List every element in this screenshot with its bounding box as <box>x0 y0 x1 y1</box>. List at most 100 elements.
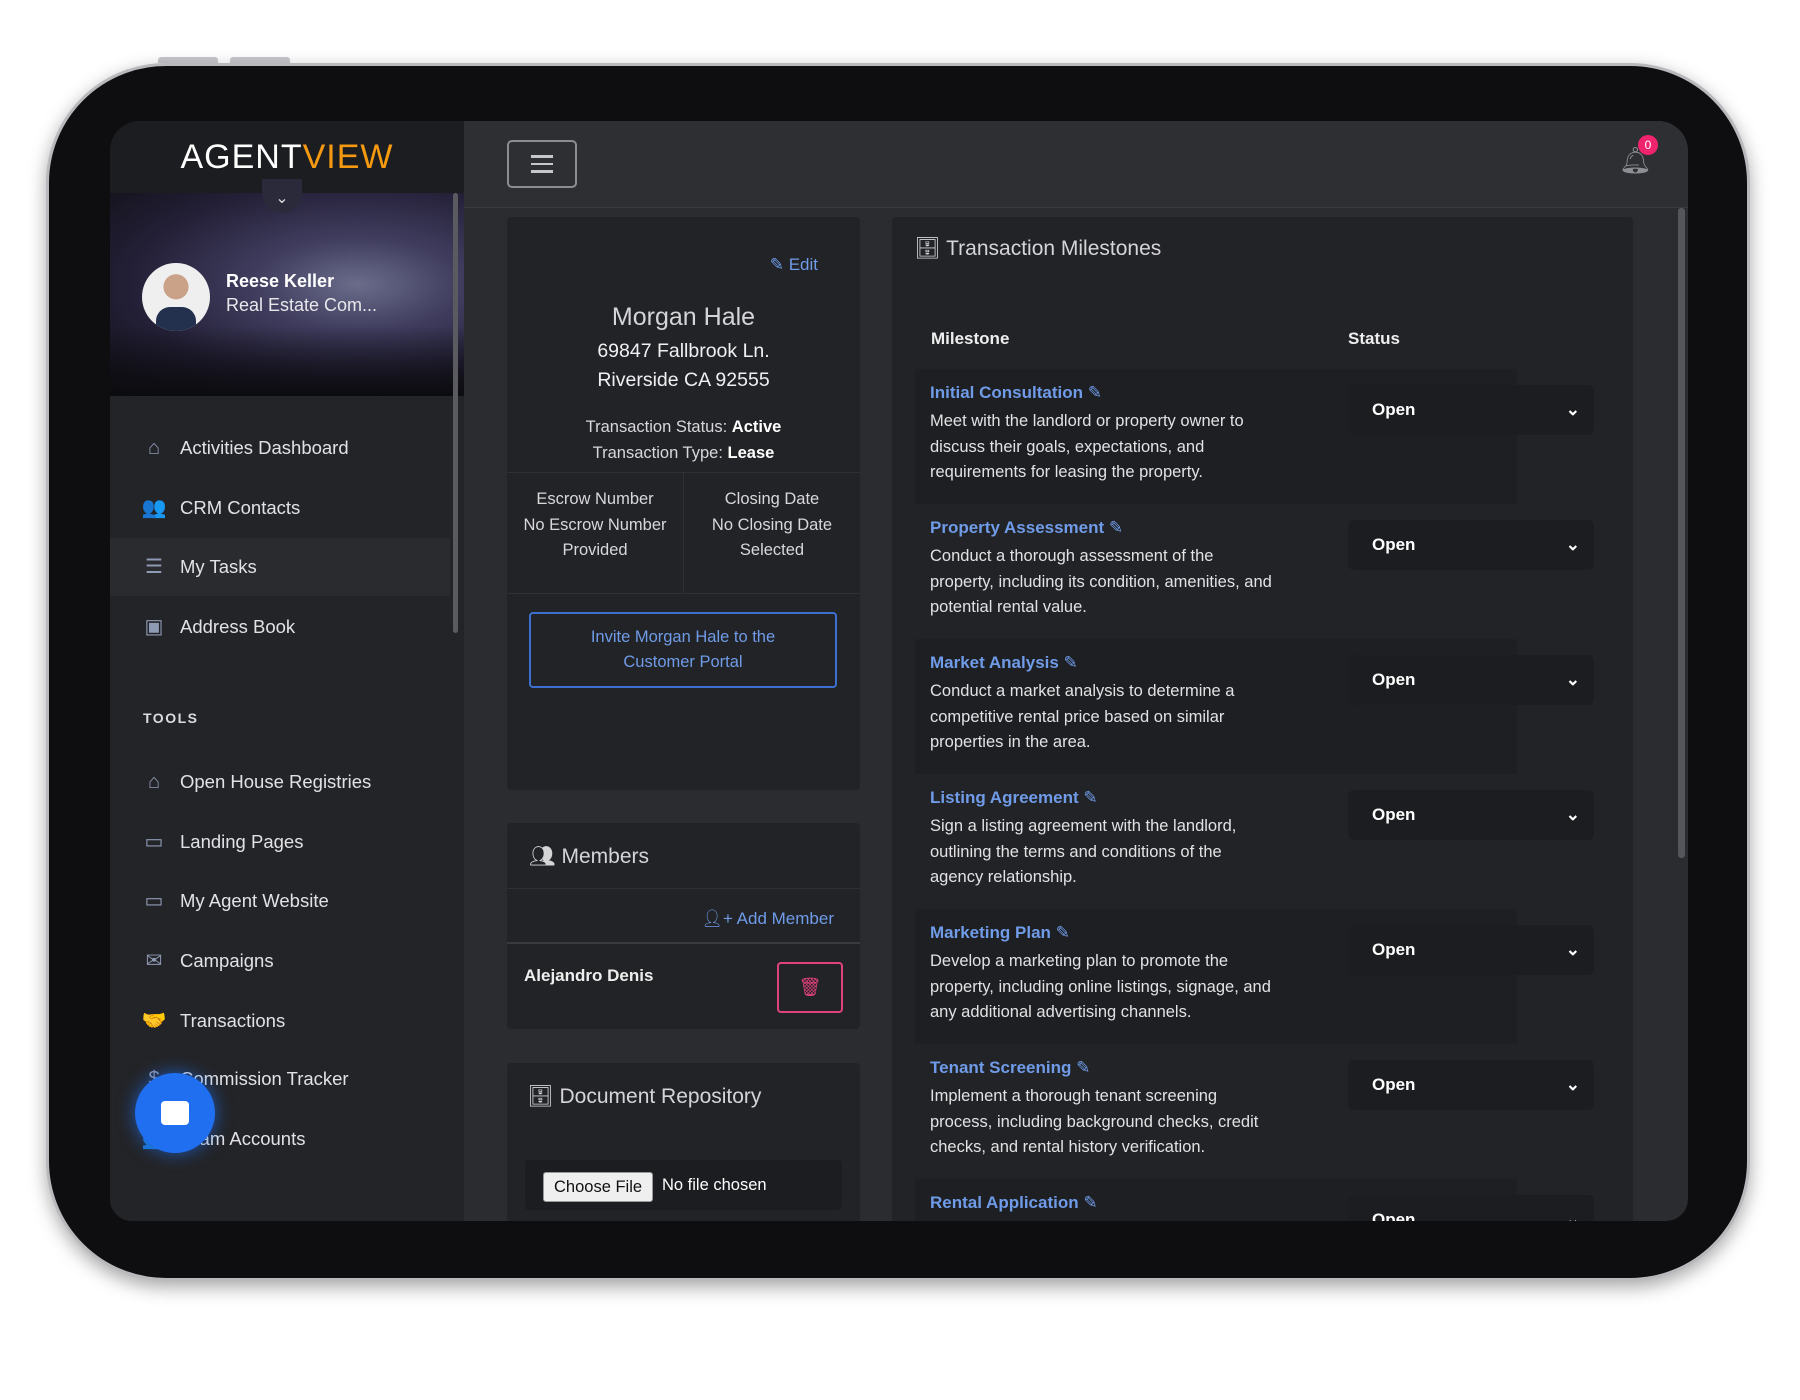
sidebar-item-open-house-registries[interactable]: ⌂ Open House Registries <box>110 753 450 811</box>
profile-banner: ⌄ Reese Keller Real Estate Com... <box>110 179 464 396</box>
milestones-title: 🗄︎ Transaction Milestones <box>914 237 1162 260</box>
user-name: Reese Keller <box>226 271 335 291</box>
add-member-link[interactable]: 👤︎+ Add Member <box>701 909 834 929</box>
status-value: Active <box>731 418 782 436</box>
milestone-title-link[interactable]: Rental Application ✎ <box>930 1193 1098 1213</box>
add-user-icon: 👤︎+ <box>701 909 737 928</box>
milestone-title-link[interactable]: Market Analysis ✎ <box>930 653 1078 673</box>
sidebar-item-label: My Tasks <box>180 556 257 577</box>
file-input[interactable]: Choose File No file chosen <box>525 1160 842 1210</box>
milestone-status-select[interactable]: Open ⌄ <box>1348 1195 1594 1221</box>
monitor-icon: ▭ <box>144 890 164 912</box>
sidebar-item-label: CRM Contacts <box>180 497 301 518</box>
pencil-icon[interactable]: ✎ <box>1079 1193 1097 1212</box>
sidebar-item-crm-contacts[interactable]: 👥 CRM Contacts <box>110 479 450 537</box>
users-icon: 👥 <box>141 497 167 519</box>
open-house-icon: ⌂ <box>147 771 161 793</box>
page-scrollbar[interactable] <box>1678 208 1685 858</box>
sidebar-scrollbar[interactable] <box>453 193 458 633</box>
members-icon: 👥︎ <box>529 845 562 868</box>
milestone-row: Property Assessment ✎ Conduct a thorough … <box>915 504 1594 639</box>
milestone-row: Rental Application ✎ Open ⌄ <box>915 1179 1594 1221</box>
milestone-title-link[interactable]: Marketing Plan ✎ <box>930 923 1070 943</box>
milestone-title-link[interactable]: Tenant Screening ✎ <box>930 1058 1090 1078</box>
landing-page-icon: ▭ <box>144 831 164 853</box>
chevron-down-icon: ⌄ <box>1565 535 1580 554</box>
user-role: Real Estate Com... <box>226 295 378 315</box>
sidebar-item-activities-dashboard[interactable]: ⌂ Activities Dashboard <box>110 419 450 477</box>
sidebar-item-landing-pages[interactable]: ▭ Landing Pages <box>110 813 450 871</box>
pencil-icon[interactable]: ✎ <box>1059 653 1078 672</box>
milestone-description: Conduct a market analysis to determine a… <box>930 682 1235 751</box>
transaction-info: Transaction Status: Active Transaction T… <box>585 418 782 462</box>
milestone-status-select[interactable]: Open ⌄ <box>1348 790 1594 840</box>
milestone-description: Implement a thorough tenant screening pr… <box>930 1087 1259 1156</box>
sidebar-item-campaigns[interactable]: ✉ Campaigns <box>110 932 450 990</box>
milestone-status-select[interactable]: Open ⌄ <box>1348 655 1594 705</box>
sidebar-item-my-tasks[interactable]: ☰ My Tasks <box>110 538 450 596</box>
documents-title: 🗄︎ Document Repository <box>527 1085 762 1108</box>
edit-icon: ✎ <box>769 255 789 274</box>
cabinet-icon: 🗄︎ <box>527 1085 560 1108</box>
milestone-row: Tenant Screening ✎ Implement a thorough t… <box>915 1044 1594 1179</box>
chat-button[interactable] <box>135 1073 215 1153</box>
pencil-icon[interactable]: ✎ <box>1051 923 1070 942</box>
contact-card: ✎ Edit Morgan Hale 69847 Fallbrook Ln. Ri… <box>507 217 860 790</box>
sidebar-item-transactions[interactable]: 🤝 Transactions <box>110 992 450 1050</box>
campaign-icon: ✉ <box>145 950 163 972</box>
chevron-down-icon: ⌄ <box>1565 940 1580 959</box>
chevron-down-icon: ⌄ <box>1565 400 1580 419</box>
milestone-row: Marketing Plan ✎ Develop a marketing plan… <box>915 909 1594 1044</box>
handshake-icon: 🤝 <box>141 1010 167 1032</box>
document-repository-card: 🗄︎ Document Repository Choose File No fi… <box>507 1063 860 1221</box>
tools-heading: TOOLS <box>143 710 199 726</box>
pencil-icon[interactable]: ✎ <box>1104 518 1123 537</box>
sidebar-item-address-book[interactable]: ▣ Address Book <box>110 598 450 656</box>
home-icon: ⌂ <box>147 437 161 459</box>
milestone-title-link[interactable]: Listing Agreement ✎ <box>930 788 1098 808</box>
milestones-card: 🗄︎ Transaction Milestones Milestone Stat… <box>892 217 1633 1221</box>
escrow-number: Escrow Number No Escrow Number Provided <box>523 490 667 559</box>
chevron-down-icon: ⌄ <box>1565 805 1580 824</box>
contact-address: 69847 Fallbrook Ln. Riverside CA 92555 <box>597 340 770 391</box>
choose-file-button[interactable]: Choose File <box>543 1172 654 1202</box>
milestone-title-link[interactable]: Initial Consultation ✎ <box>930 383 1102 403</box>
contact-name: Morgan Hale <box>611 303 756 331</box>
invite-portal-button[interactable]: Invite Morgan Hale to the Customer Porta… <box>529 612 837 688</box>
member-name: Alejandro Denis <box>524 966 654 985</box>
milestone-status-select[interactable]: Open ⌄ <box>1348 1060 1594 1110</box>
sidebar-item-label: Open House Registries <box>180 771 372 792</box>
chevron-down-icon[interactable]: ⌄ <box>262 179 302 213</box>
sidebar-item-label: Campaigns <box>180 950 274 971</box>
chat-icon <box>161 1101 189 1125</box>
file-status: No file chosen <box>662 1176 767 1194</box>
edit-link[interactable]: ✎ Edit <box>770 255 818 275</box>
user-avatar[interactable] <box>142 263 210 331</box>
sidebar: AGENT VIEW ⌄ Reese Keller Real Estate Com… <box>110 121 464 1221</box>
pencil-icon[interactable]: ✎ <box>1071 1058 1090 1077</box>
pencil-icon[interactable]: ✎ <box>1083 383 1102 402</box>
milestone-title-link[interactable]: Property Assessment ✎ <box>930 518 1123 538</box>
pencil-icon[interactable]: ✎ <box>1079 788 1097 807</box>
delete-member-button[interactable]: 🗑︎ <box>777 962 843 1013</box>
milestone-row: Initial Consultation ✎ Meet with the land… <box>915 369 1594 504</box>
milestone-description: Sign a listing agreement with the landlo… <box>930 817 1237 886</box>
chevron-down-icon: ⌄ <box>1565 1075 1580 1094</box>
top-bar: 🔔︎ 0 <box>464 121 1688 208</box>
trash-icon: 🗑︎ <box>798 977 822 997</box>
milestone-status-select[interactable]: Open ⌄ <box>1348 520 1594 570</box>
notification-badge: 0 <box>1638 135 1658 155</box>
task-list-icon: ☰ <box>145 556 163 578</box>
menu-toggle-button[interactable] <box>507 140 577 188</box>
milestone-description: Conduct a thorough assessment of the pro… <box>930 547 1272 616</box>
cabinet-icon: 🗄︎ <box>914 237 947 260</box>
sidebar-item-label: Activities Dashboard <box>180 437 349 458</box>
column-status: Status <box>1348 329 1400 348</box>
address-book-icon: ▣ <box>144 616 164 638</box>
milestone-status-select[interactable]: Open ⌄ <box>1348 925 1594 975</box>
milestone-status-select[interactable]: Open ⌄ <box>1348 385 1594 435</box>
sidebar-item-label: Transactions <box>180 1010 286 1031</box>
sidebar-item-my-agent-website[interactable]: ▭ My Agent Website <box>110 872 450 930</box>
closing-date: Closing Date No Closing Date Selected <box>711 490 833 559</box>
milestone-row: Listing Agreement ✎ Sign a listing agreem… <box>915 774 1594 909</box>
